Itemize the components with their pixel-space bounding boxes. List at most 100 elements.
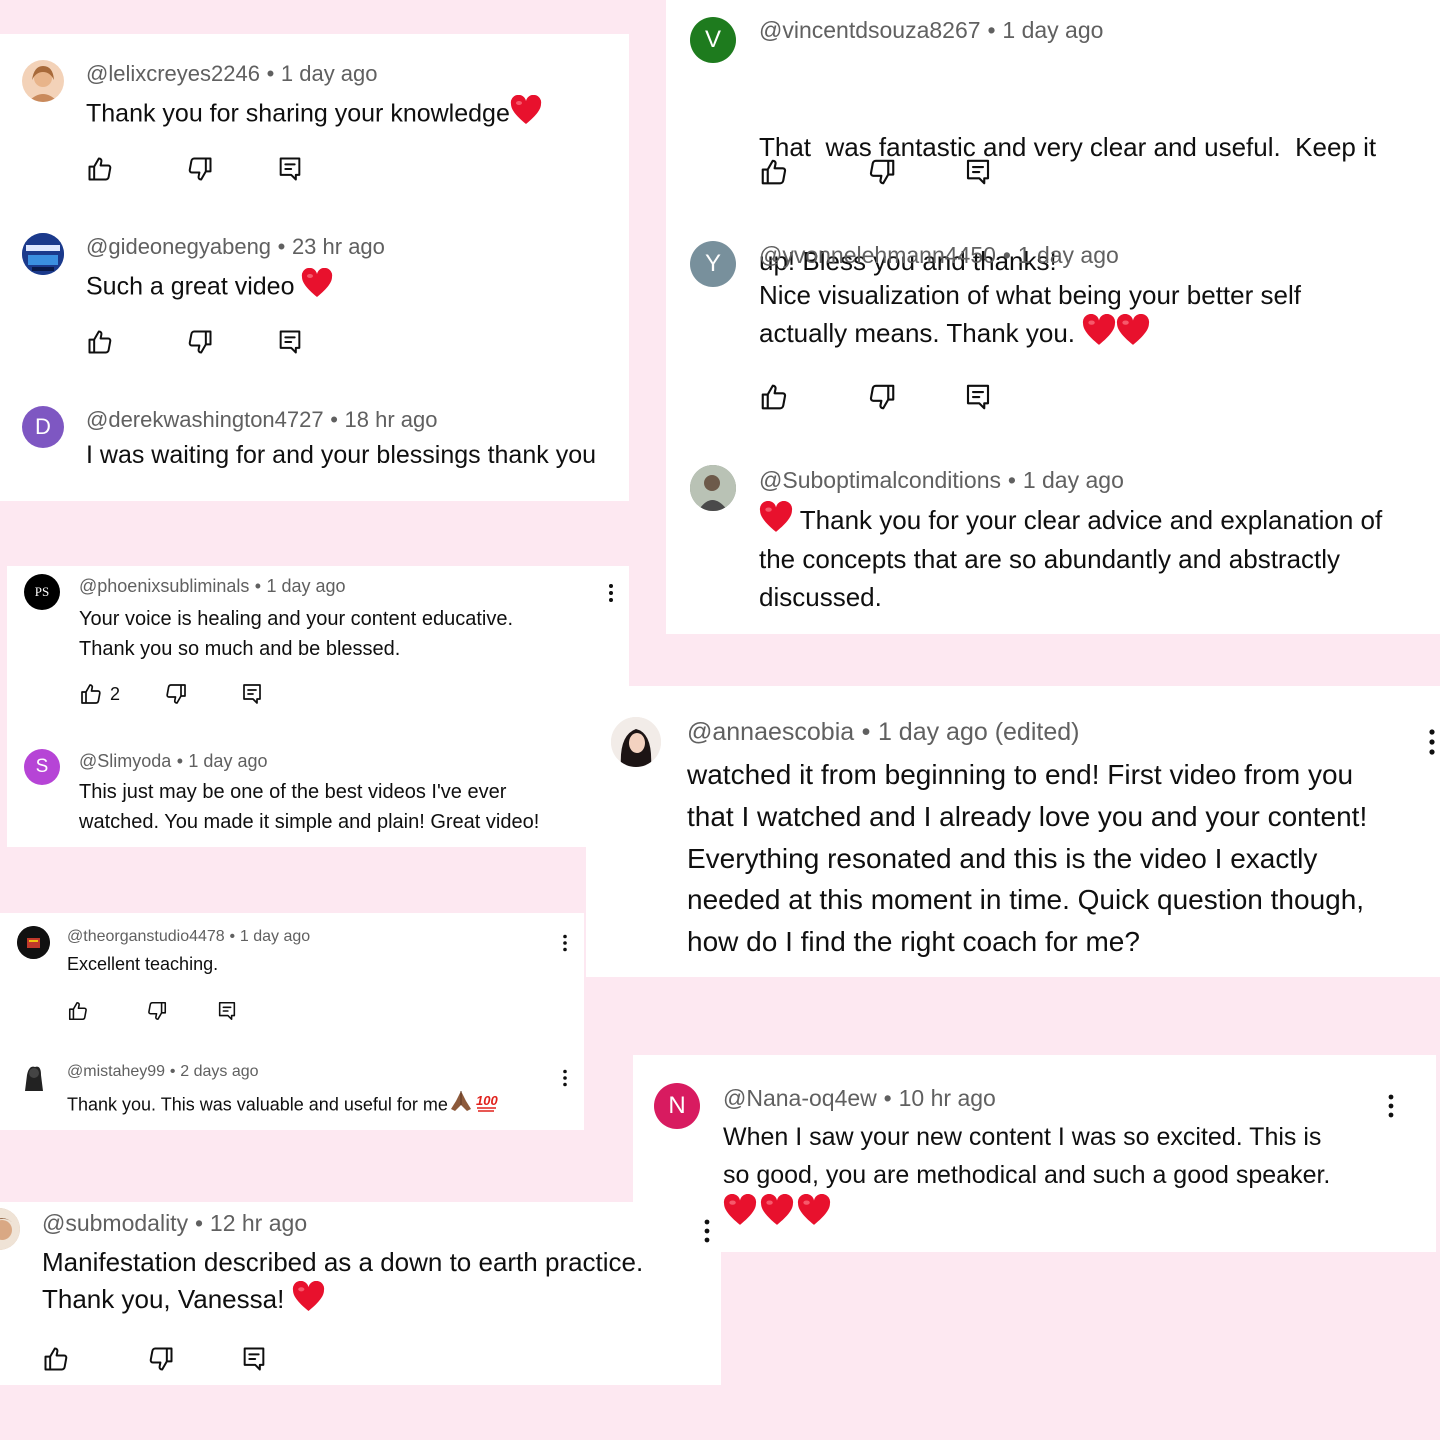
avatar[interactable] [690, 465, 736, 511]
comment-author[interactable]: @derekwashington4727 [86, 407, 324, 432]
avatar[interactable]: V [690, 17, 736, 63]
avatar[interactable] [22, 233, 64, 275]
comment-time[interactable]: 12 hr ago [210, 1210, 307, 1236]
thumbs-down-icon [166, 684, 186, 704]
heart-emoji-icon [1083, 314, 1116, 345]
comment-time[interactable]: 2 days ago [180, 1063, 258, 1080]
like-button[interactable] [67, 1000, 89, 1022]
more-vertical-icon[interactable] [604, 582, 618, 604]
avatar[interactable]: Y [690, 241, 736, 287]
more-vertical-icon[interactable] [1424, 727, 1440, 757]
avatar[interactable]: D [22, 406, 64, 448]
dislike-button[interactable] [147, 1345, 175, 1373]
comment-time[interactable]: 1 day ago [1018, 242, 1119, 268]
comment-text-line: Everything resonated and this is the vid… [687, 842, 1318, 874]
separator: • [229, 928, 236, 945]
like-button[interactable] [42, 1345, 70, 1373]
reply-button[interactable] [240, 1345, 268, 1373]
separator: • [330, 407, 338, 432]
like-button[interactable] [759, 157, 789, 187]
avatar[interactable] [22, 60, 64, 102]
comment-time[interactable]: 1 day ago [266, 576, 345, 596]
reply-icon [279, 157, 301, 181]
heart-emoji-icon [759, 501, 793, 532]
comment-text: I was waiting for and your blessings tha… [86, 441, 596, 469]
more-vertical-icon[interactable] [558, 1068, 572, 1088]
thumbs-down-icon [869, 159, 895, 185]
reply-button[interactable] [240, 682, 264, 706]
avatar[interactable]: N [654, 1083, 700, 1129]
heart-emoji-icon [797, 1194, 831, 1225]
separator: • [169, 1063, 176, 1080]
comment-text-line: watched. You made it simple and plain! G… [79, 811, 540, 833]
reply-icon [243, 684, 261, 704]
reply-icon [279, 330, 301, 354]
like-button[interactable] [759, 382, 789, 412]
more-vertical-icon[interactable] [699, 1218, 715, 1244]
comment-text: Thank you for sharing your knowledge [86, 99, 510, 128]
comment-text-line: that I watched and I already love you an… [687, 800, 1368, 832]
reply-icon [966, 159, 990, 185]
comment-text-line: Thank you so much and be blessed. [79, 638, 401, 660]
dislike-button[interactable] [164, 682, 188, 706]
reply-icon [243, 1347, 265, 1371]
avatar[interactable]: S [24, 749, 60, 785]
separator: • [883, 1085, 892, 1111]
avatar[interactable] [611, 717, 661, 767]
dislike-button[interactable] [146, 1000, 168, 1022]
reply-icon [218, 1001, 236, 1021]
comment-author[interactable]: @phoenixsubliminals [79, 576, 249, 596]
comment-author[interactable]: @gideonegyabeng [86, 234, 271, 259]
like-button[interactable]: 2 [79, 682, 120, 706]
comment-author[interactable]: @theorganstudio4478 [67, 928, 225, 945]
thumbs-up-icon [81, 684, 101, 704]
comment-author[interactable]: @mistahey99 [67, 1063, 165, 1080]
like-count: 2 [110, 683, 121, 704]
comment-time[interactable]: 1 day ago [188, 751, 267, 771]
comment-time[interactable]: 1 day ago [281, 61, 378, 86]
comment-time[interactable]: 18 hr ago [345, 407, 438, 432]
avatar[interactable]: PS [24, 574, 60, 610]
more-vertical-icon[interactable] [558, 933, 572, 953]
comment-time[interactable]: 23 hr ago [292, 234, 385, 259]
like-button[interactable] [86, 328, 114, 356]
reply-button[interactable] [276, 155, 304, 183]
comment-text-line: watched it from beginning to end! First … [687, 759, 1354, 790]
comment-author[interactable]: @Suboptimalconditions [759, 467, 1001, 493]
comment-time[interactable]: 1 day ago [1002, 17, 1103, 43]
reply-button[interactable] [963, 157, 993, 187]
comment-time[interactable]: 1 day ago [240, 928, 310, 945]
heart-emoji-icon [760, 1194, 794, 1225]
dislike-button[interactable] [867, 382, 897, 412]
comment-author[interactable]: @vincentdsouza8267 [759, 17, 981, 43]
thumbs-down-icon [188, 157, 212, 181]
comment-time[interactable]: 1 day ago (edited) [878, 718, 1080, 746]
heart-emoji-icon [723, 1194, 757, 1225]
dislike-button[interactable] [186, 155, 214, 183]
avatar[interactable] [17, 926, 50, 959]
comment-author[interactable]: @annaescobia [687, 718, 854, 746]
comment-author[interactable]: @Slimyoda [79, 751, 171, 771]
avatar[interactable] [17, 1061, 50, 1094]
reply-button[interactable] [963, 382, 993, 412]
reply-button[interactable] [216, 1000, 238, 1022]
reply-button[interactable] [276, 328, 304, 356]
comment-time[interactable]: 10 hr ago [899, 1085, 996, 1111]
like-button[interactable] [86, 155, 114, 183]
comment-text-line: When I saw your new content I was so exc… [723, 1123, 1322, 1151]
comment-author[interactable]: @lelixcreyes2246 [86, 61, 260, 86]
dislike-button[interactable] [867, 157, 897, 187]
thumbs-up-icon [88, 330, 112, 354]
comment-author[interactable]: @yvonnelehmann4450 [759, 242, 996, 268]
comment-author[interactable]: @Nana-oq4ew [723, 1085, 877, 1111]
heart-emoji-icon [1117, 314, 1150, 345]
thumbs-up-icon [761, 159, 787, 185]
comment-author[interactable]: @submodality [42, 1210, 188, 1236]
thumbs-down-icon [869, 384, 895, 410]
comment-text-line: actually means. Thank you. [759, 318, 1076, 349]
dislike-button[interactable] [186, 328, 214, 356]
thumbs-down-icon [148, 1001, 167, 1021]
comment-time[interactable]: 1 day ago [1023, 467, 1124, 493]
folded-hands-emoji-icon [450, 1091, 471, 1111]
more-vertical-icon[interactable] [1383, 1093, 1399, 1119]
